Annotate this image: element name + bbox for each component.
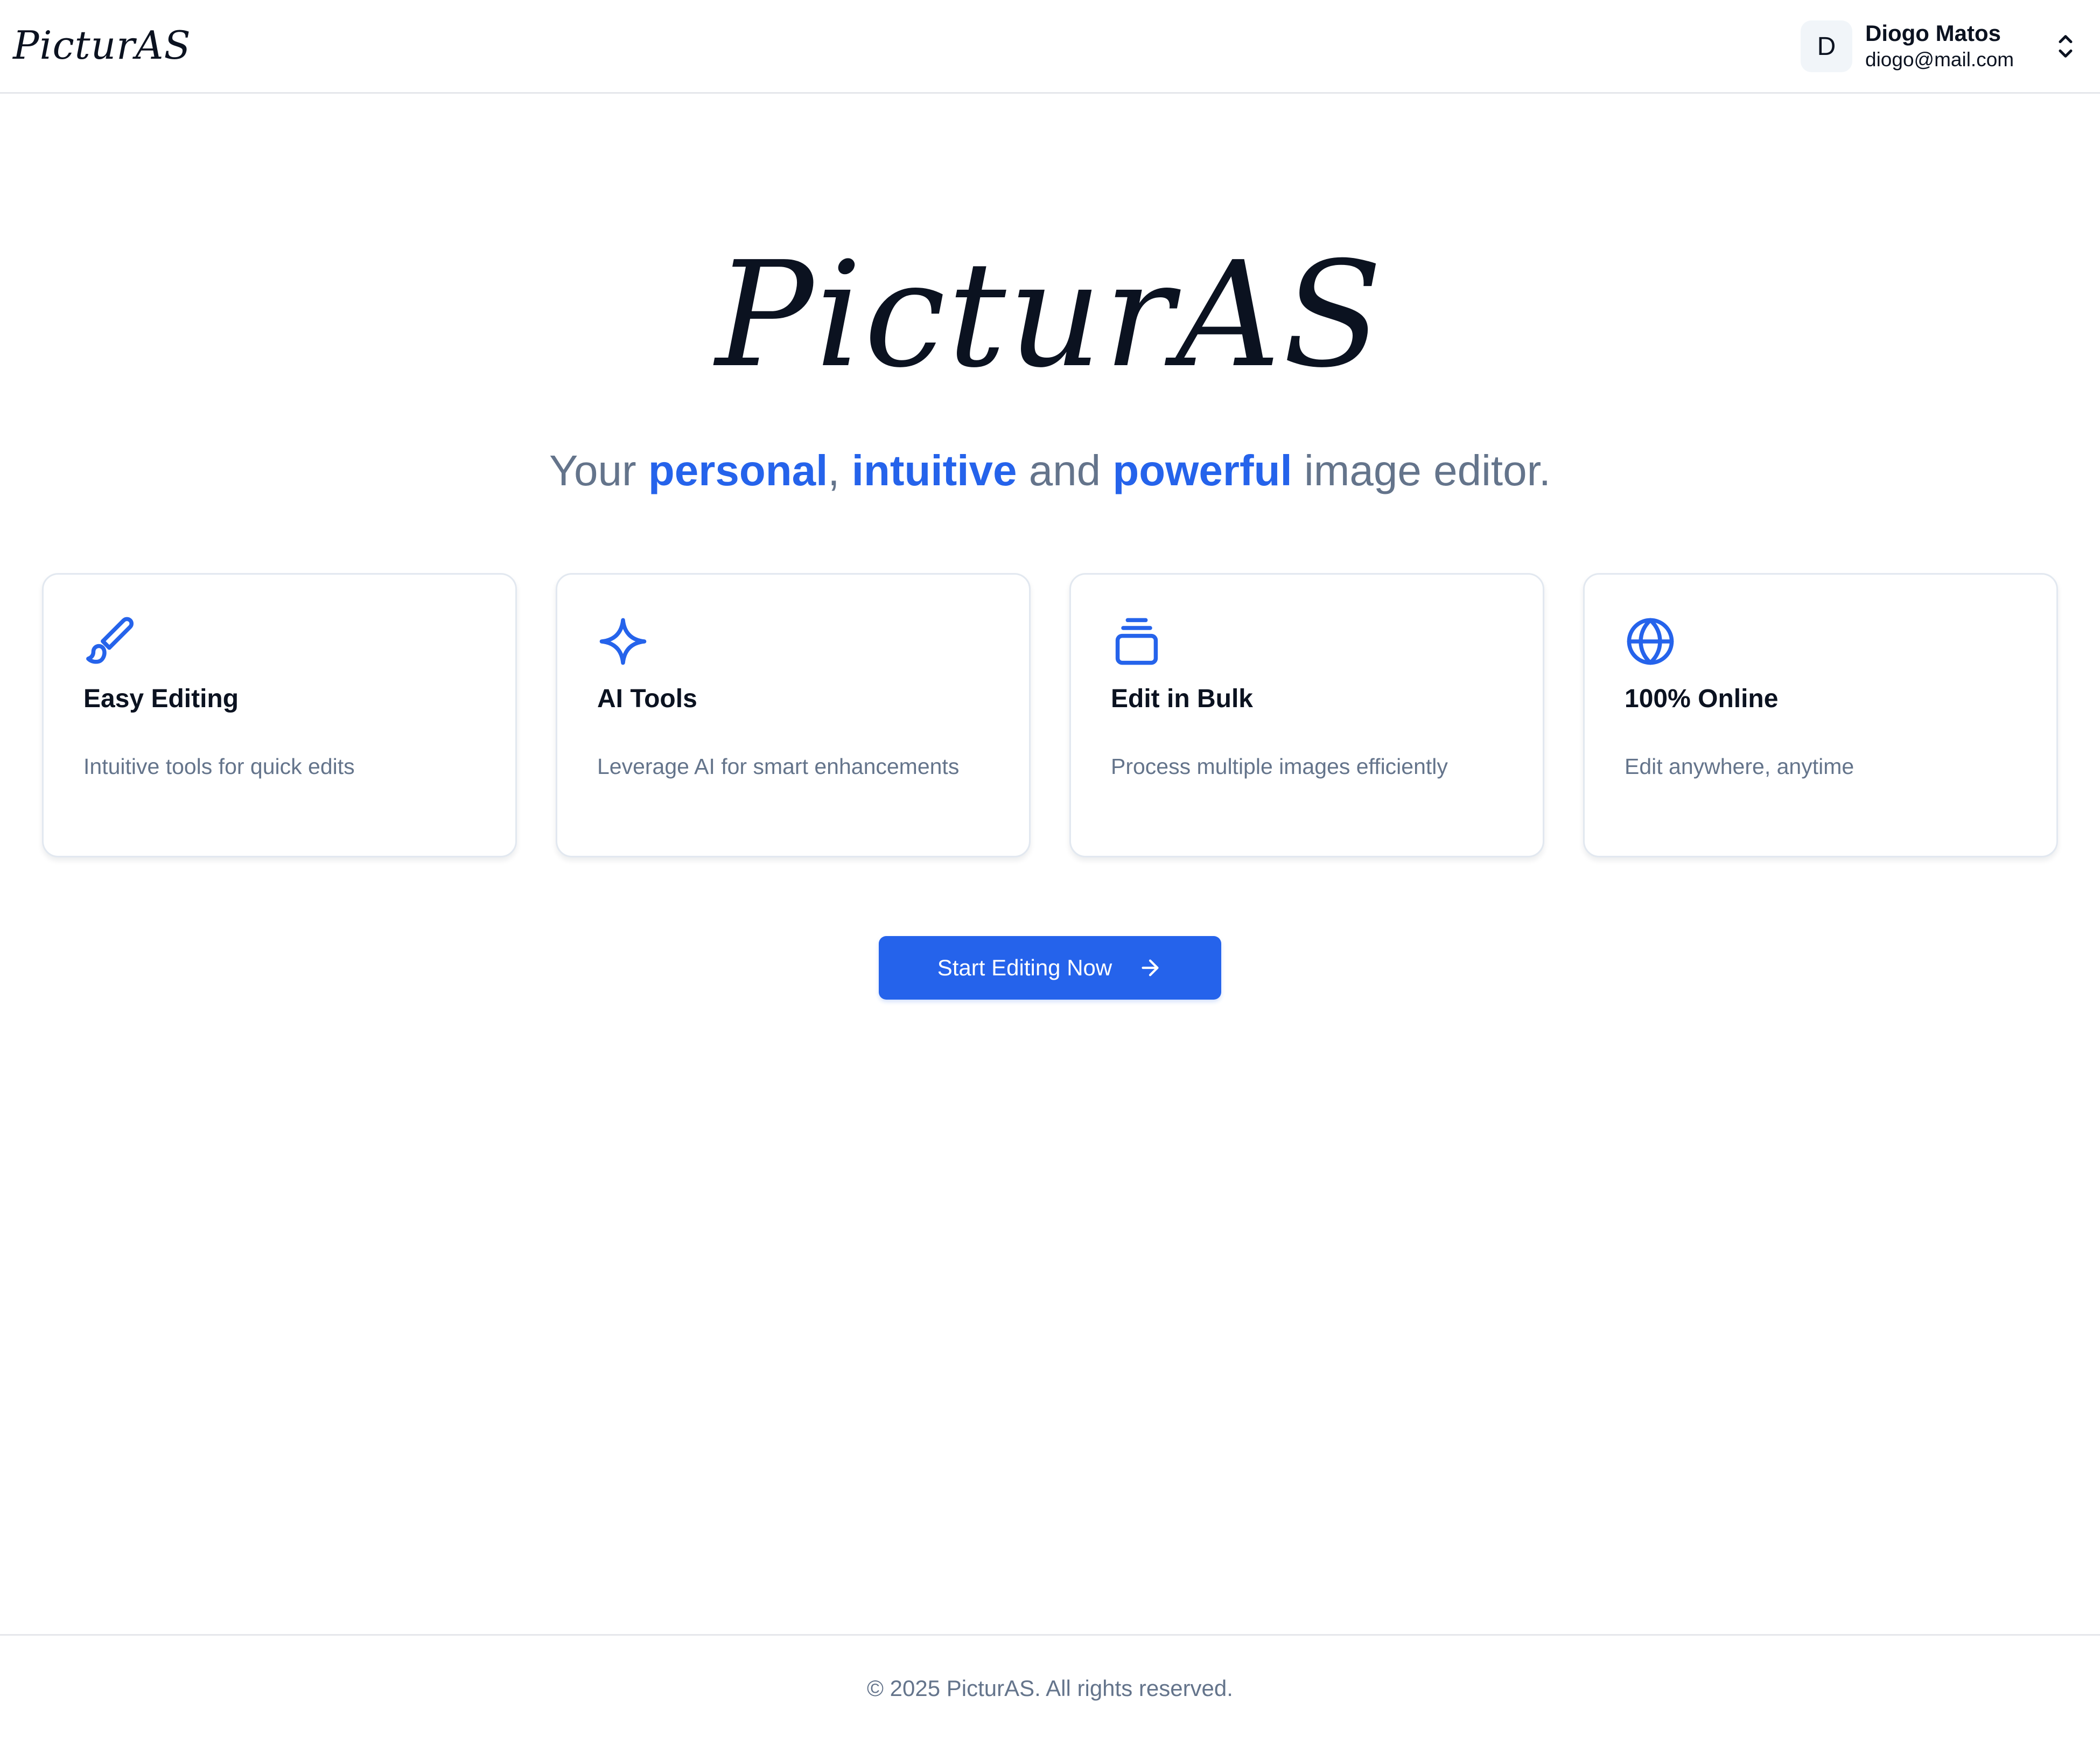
- footer: © 2025 PicturAS. All rights reserved.: [0, 1634, 2100, 1745]
- user-menu-button[interactable]: D Diogo Matos diogo@mail.com: [1801, 18, 2076, 74]
- tagline-and: and: [1028, 446, 1101, 494]
- tagline-highlight-intuitive: intuitive: [851, 446, 1017, 494]
- globe-icon: [1627, 618, 1674, 665]
- tagline-highlight-personal: personal: [648, 446, 828, 494]
- feature-description: Leverage AI for smart enhancements: [597, 754, 960, 779]
- feature-description: Edit anywhere, anytime: [1625, 754, 1854, 779]
- feature-title: Easy Editing: [83, 685, 239, 713]
- chevrons-up-down-icon: [2059, 35, 2073, 58]
- start-editing-button[interactable]: Start Editing Now: [879, 936, 1221, 1000]
- arrow-right-icon: [1142, 959, 1159, 976]
- user-email: diogo@mail.com: [1865, 48, 2014, 71]
- feature-card-edit-in-bulk: Edit in Bulk Process multiple images eff…: [1069, 573, 1544, 857]
- start-editing-label: Start Editing Now: [937, 955, 1112, 980]
- tagline-comma: ,: [828, 446, 840, 494]
- paintbrush-icon: [86, 617, 134, 664]
- feature-card-ai-tools: AI Tools Leverage AI for smart enhanceme…: [556, 573, 1031, 857]
- tagline-highlight-powerful: powerful: [1112, 446, 1292, 494]
- hero-logo: PicturAS: [715, 230, 1385, 400]
- feature-card-100-online: 100% Online Edit anywhere, anytime: [1583, 573, 2058, 857]
- stack-icon: [1115, 618, 1158, 665]
- feature-title: Edit in Bulk: [1111, 685, 1253, 713]
- feature-description: Intuitive tools for quick edits: [83, 754, 355, 779]
- tagline-suffix: image editor.: [1304, 446, 1551, 494]
- feature-title: AI Tools: [597, 685, 697, 713]
- header-logo[interactable]: PicturAS: [13, 22, 191, 69]
- tagline-prefix: Your: [549, 446, 636, 494]
- avatar: D: [1801, 20, 1852, 72]
- feature-description: Process multiple images efficiently: [1111, 754, 1448, 779]
- feature-card-easy-editing: Easy Editing Intuitive tools for quick e…: [42, 573, 517, 857]
- sparkle-icon: [599, 618, 647, 665]
- user-info: Diogo Matos diogo@mail.com: [1865, 20, 2046, 73]
- feature-cards: Easy Editing Intuitive tools for quick e…: [42, 573, 2058, 857]
- user-name: Diogo Matos: [1865, 20, 2001, 46]
- copyright-text: © 2025 PicturAS. All rights reserved.: [867, 1676, 1233, 1701]
- top-nav: PicturAS D Diogo Matos diogo@mail.com: [0, 0, 2100, 94]
- feature-title: 100% Online: [1625, 685, 1779, 713]
- tagline: Your personal, intuitive and powerful im…: [0, 442, 2100, 500]
